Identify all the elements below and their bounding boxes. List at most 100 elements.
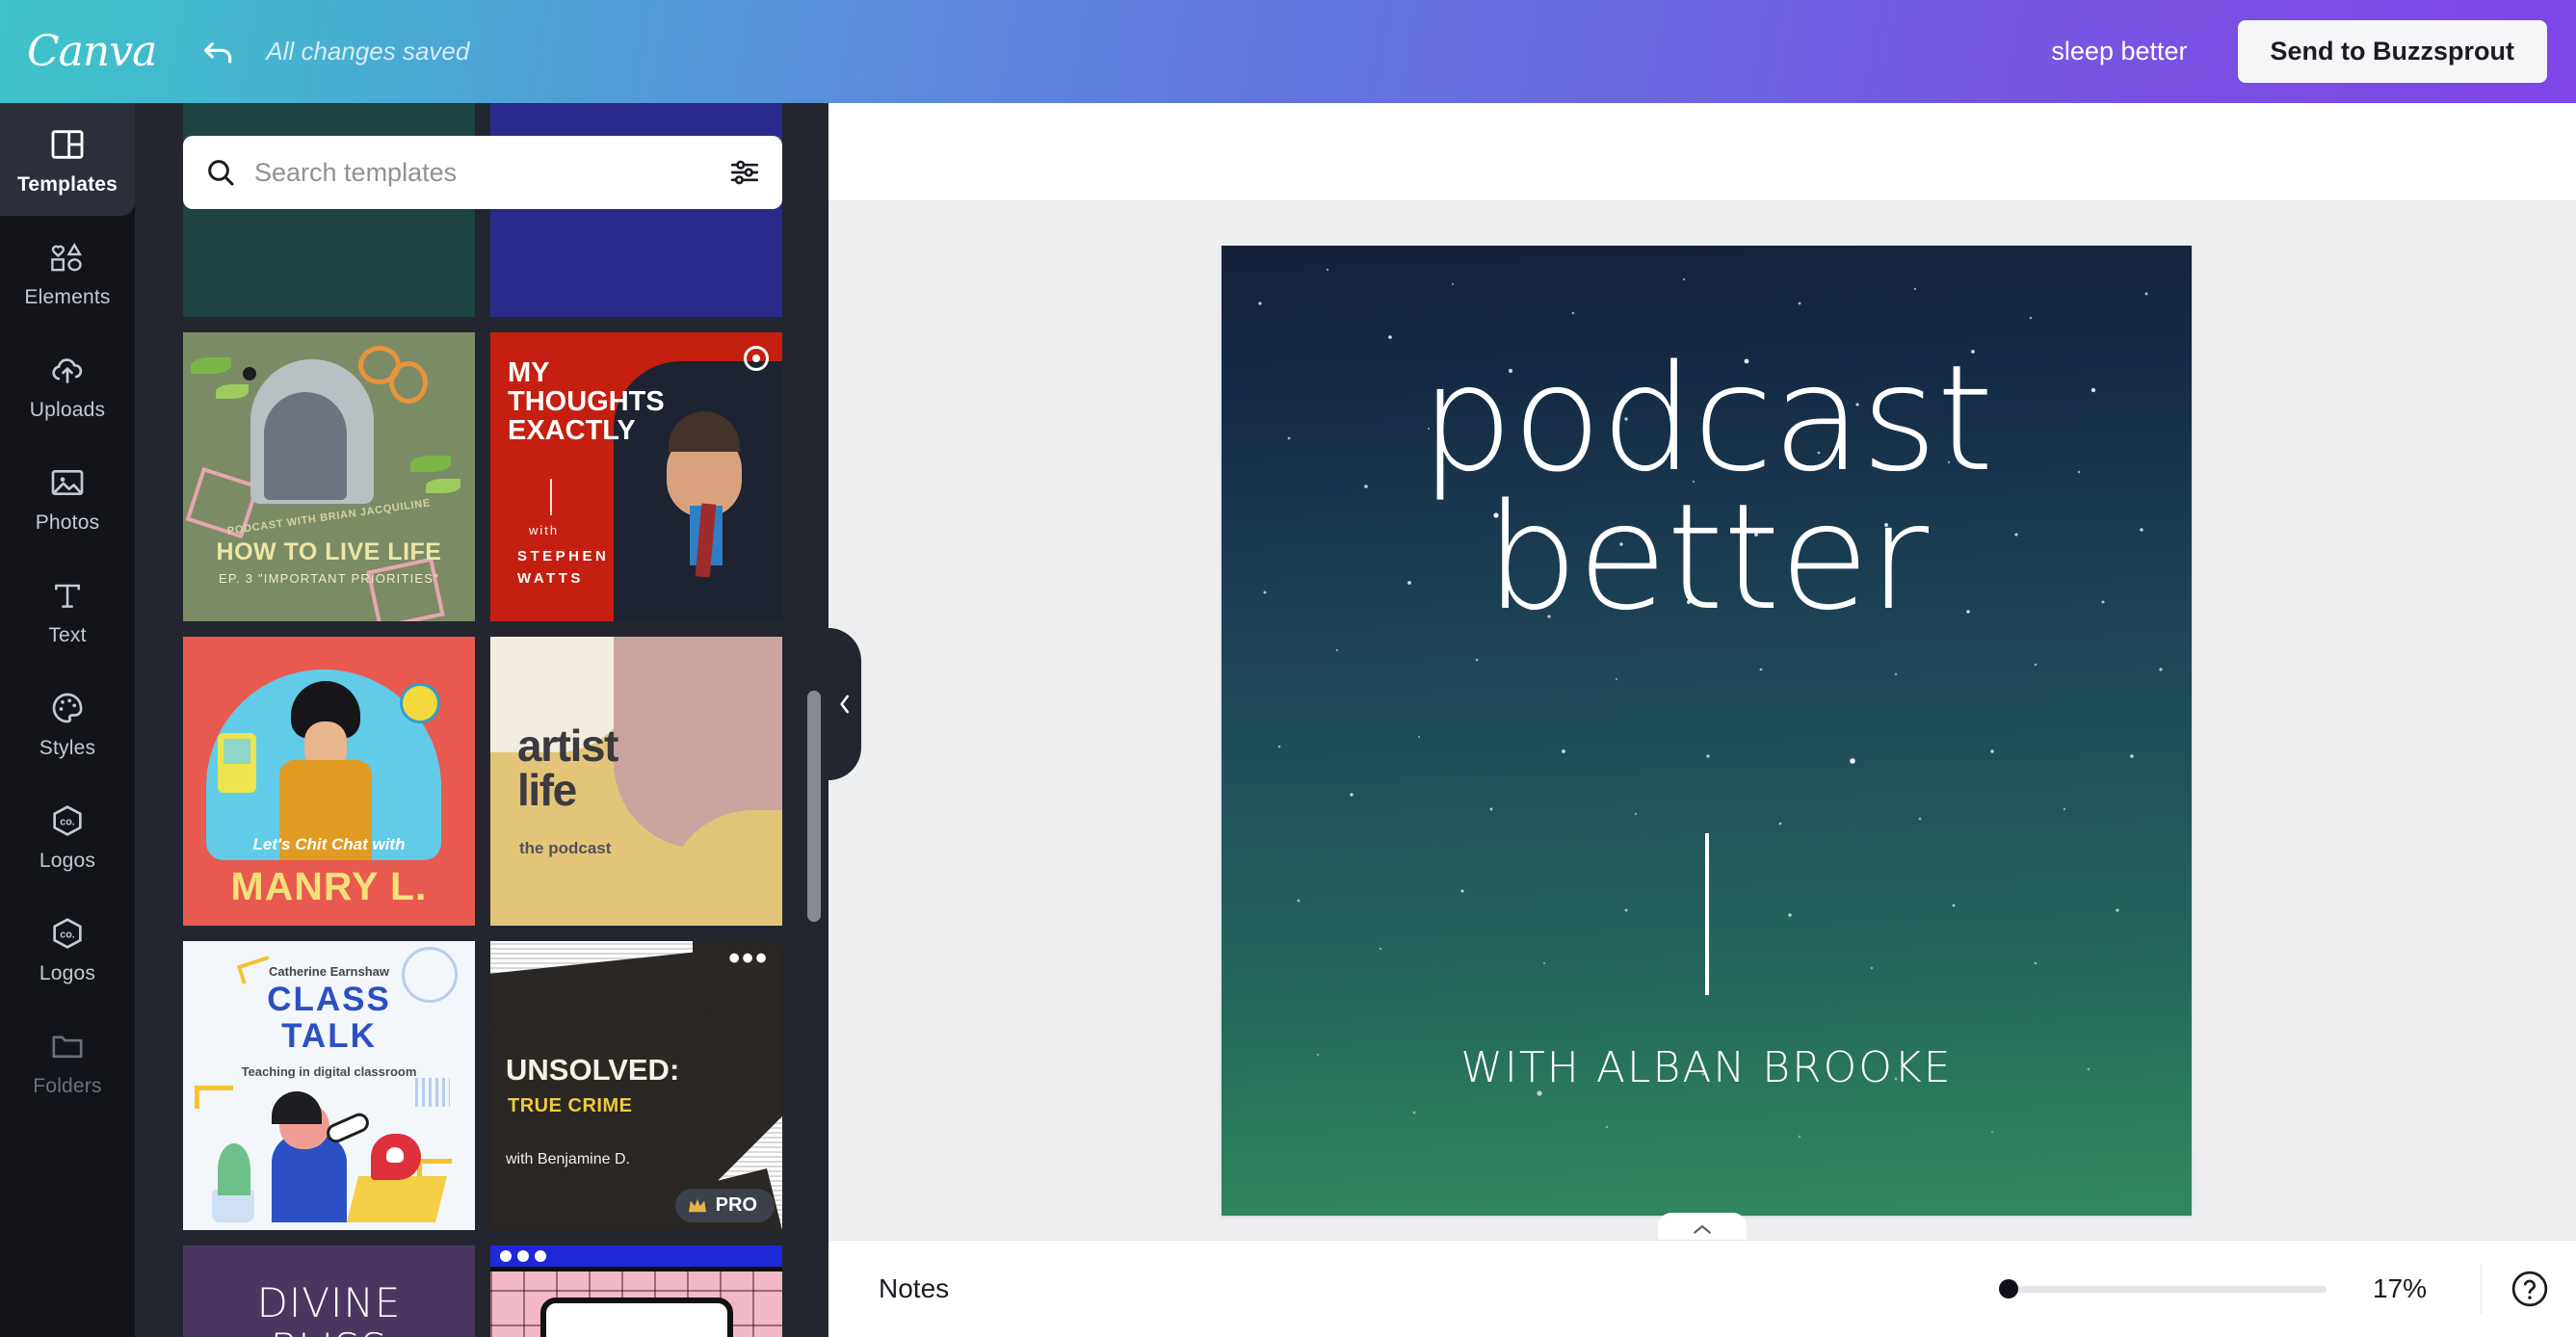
canva-editor-window: Canva All changes saved sleep better Sen… — [0, 0, 2576, 1337]
template-thumbnail-artist-life[interactable]: artist life the podcast — [490, 637, 782, 926]
canva-logo[interactable]: Canva — [27, 30, 157, 73]
templates-panel: PODCAST WITH BRIAN JACQUILINE HOW TO LIV… — [135, 103, 828, 1337]
folder-icon — [47, 1025, 88, 1067]
template-script-text: Let's Chit Chat with — [252, 835, 406, 853]
collapse-panel-button[interactable] — [828, 628, 861, 780]
sidebar-item-styles[interactable]: Styles — [0, 667, 135, 779]
search-templates-bar — [183, 136, 782, 209]
artwork-title-line-1: podcast — [1420, 333, 1993, 504]
artboard[interactable]: podcast better WITH ALBAN BROOKE — [1222, 246, 2192, 1216]
shapes-icon — [47, 236, 88, 278]
pro-badge: PRO — [674, 1189, 775, 1222]
template-thumbnail-my-thoughts-exactly[interactable]: MY THOUGHTS EXACTLY with STEPHEN WATTS — [490, 332, 782, 621]
template-with-label: with — [529, 523, 560, 537]
sidebar-item-templates[interactable]: Templates — [0, 103, 135, 216]
divider — [2481, 1264, 2482, 1314]
sidebar-item-label: Templates — [16, 172, 118, 196]
template-thumbnail-divine-bliss[interactable]: DIVINE BLISS YOGA, WELLNESS AND MEDITATI… — [183, 1245, 475, 1337]
svg-text:co.: co. — [60, 816, 74, 827]
sidebar-item-label: Elements — [24, 285, 111, 308]
sidebar-item-label: Folders — [33, 1074, 102, 1097]
template-subtitle: Teaching in digital classroom — [241, 1064, 417, 1079]
template-thumbnail-how-to-live-life[interactable]: PODCAST WITH BRIAN JACQUILINE HOW TO LIV… — [183, 332, 475, 621]
pro-badge-label: PRO — [715, 1194, 757, 1216]
artwork-subtitle: WITH ALBAN BROOKE — [1460, 1043, 1953, 1092]
expand-notes-button[interactable] — [1658, 1213, 1747, 1240]
undo-button[interactable] — [197, 30, 241, 74]
sidebar-item-elements[interactable]: Elements — [0, 216, 135, 328]
notes-button[interactable]: Notes — [879, 1273, 949, 1304]
left-nav-rail: Templates Elements Uploads Photos Text S… — [0, 103, 135, 1337]
template-subtitle: EP. 3 "IMPORTANT PRIORITIES" — [219, 571, 439, 586]
magnifier-icon — [204, 156, 237, 189]
artwork-title: podcast better — [1222, 333, 2192, 643]
help-button[interactable] — [2509, 1268, 2551, 1310]
sidebar-item-logos-2[interactable]: co. Logos — [0, 892, 135, 1005]
template-thumbnail-class-talk[interactable]: Catherine Earnshaw CLASS TALK Teaching i… — [183, 941, 475, 1230]
templates-layout-icon — [48, 123, 87, 166]
image-icon — [47, 461, 88, 504]
artwork-vertical-divider — [1704, 833, 1709, 995]
question-mark-circle-icon — [2511, 1271, 2548, 1307]
template-title: UNSOLVED: — [506, 1053, 680, 1087]
main-editor-area: podcast better WITH ALBAN BROOKE Notes 1… — [828, 103, 2576, 1337]
template-title: artist life — [517, 721, 618, 815]
template-title: CLASS TALK — [267, 981, 391, 1055]
sidebar-item-label: Photos — [35, 511, 100, 534]
template-title: DIVINE BLISS — [256, 1279, 402, 1337]
template-subtitle: TRUE CRIME — [508, 1095, 633, 1116]
zoom-controls: 17% — [1999, 1264, 2576, 1314]
panel-scrollbar-thumb[interactable] — [807, 691, 821, 922]
zoom-percentage-value: 17% — [2373, 1273, 2428, 1303]
send-to-buzzsprout-button[interactable]: Send to Buzzsprout — [2237, 20, 2547, 83]
template-row: PODCAST WITH BRIAN JACQUILINE HOW TO LIV… — [183, 332, 782, 621]
sidebar-item-text[interactable]: Text — [0, 554, 135, 667]
design-title[interactable]: sleep better — [2051, 37, 2187, 66]
sidebar-item-label: Logos — [39, 961, 96, 984]
crown-icon — [688, 1198, 706, 1212]
chevron-left-icon — [840, 695, 849, 714]
logo-hexagon-icon: co. — [47, 912, 88, 955]
save-status-text: All changes saved — [266, 37, 470, 66]
palette-icon — [47, 687, 88, 729]
template-row: Catherine Earnshaw CLASS TALK Teaching i… — [183, 941, 782, 1230]
sidebar-item-folders[interactable]: Folders — [0, 1005, 135, 1117]
template-title: MY THOUGHTS EXACTLY — [508, 357, 665, 446]
template-title: MANRY L. — [230, 864, 428, 908]
bottom-bar: Notes 17% — [828, 1240, 2576, 1337]
template-subtitle: the podcast — [519, 839, 612, 857]
zoom-slider[interactable] — [1999, 1279, 2326, 1298]
template-thumbnail-unsolved-true-crime[interactable]: ••• UNSOLVED: TRUE CRIME with Benjamine … — [490, 941, 782, 1230]
sidebar-item-photos[interactable]: Photos — [0, 441, 135, 554]
sidebar-item-label: Text — [48, 623, 87, 646]
chevron-up-icon — [1694, 1225, 1711, 1234]
top-bar: Canva All changes saved sleep better Sen… — [0, 0, 2576, 103]
template-row: Let's Chit Chat with MANRY L. artist lif… — [183, 637, 782, 926]
template-title: HOW TO LIVE LIFE — [216, 538, 442, 565]
sliders-filter-icon[interactable] — [728, 156, 761, 189]
search-input[interactable] — [254, 157, 728, 188]
artwork-title-line-2: better — [1485, 472, 1929, 643]
canvas-area[interactable]: podcast better WITH ALBAN BROOKE — [828, 201, 2576, 1240]
template-row: DIVINE BLISS YOGA, WELLNESS AND MEDITATI… — [183, 1245, 782, 1337]
template-thumbnail-whats-so-funny[interactable]: WHAT'S SO FUNNY? WHY ARE THEY — [490, 1245, 782, 1337]
sidebar-item-uploads[interactable]: Uploads — [0, 328, 135, 441]
sidebar-item-label: Logos — [39, 849, 96, 872]
zoom-slider-handle[interactable] — [1999, 1279, 2018, 1298]
template-host: with Benjamine D. — [506, 1151, 630, 1167]
template-host: STEPHEN WATTS — [517, 548, 610, 587]
undo-arrow-icon — [204, 41, 232, 64]
design-toolbar — [828, 103, 2576, 201]
text-t-icon — [48, 574, 87, 616]
more-dots-icon[interactable]: ••• — [728, 942, 769, 975]
template-grid: PODCAST WITH BRIAN JACQUILINE HOW TO LIV… — [135, 103, 828, 1337]
zoom-slider-track — [1999, 1286, 2326, 1293]
sidebar-item-label: Styles — [39, 736, 96, 759]
sidebar-item-logos-1[interactable]: co. Logos — [0, 779, 135, 892]
template-thumbnail-manry-l[interactable]: Let's Chit Chat with MANRY L. — [183, 637, 475, 926]
logo-hexagon-icon: co. — [47, 800, 88, 842]
top-bar-right-group: sleep better Send to Buzzsprout — [2051, 20, 2576, 83]
template-author: Catherine Earnshaw — [269, 964, 389, 979]
sidebar-item-label: Uploads — [29, 398, 106, 421]
svg-text:co.: co. — [60, 929, 74, 940]
